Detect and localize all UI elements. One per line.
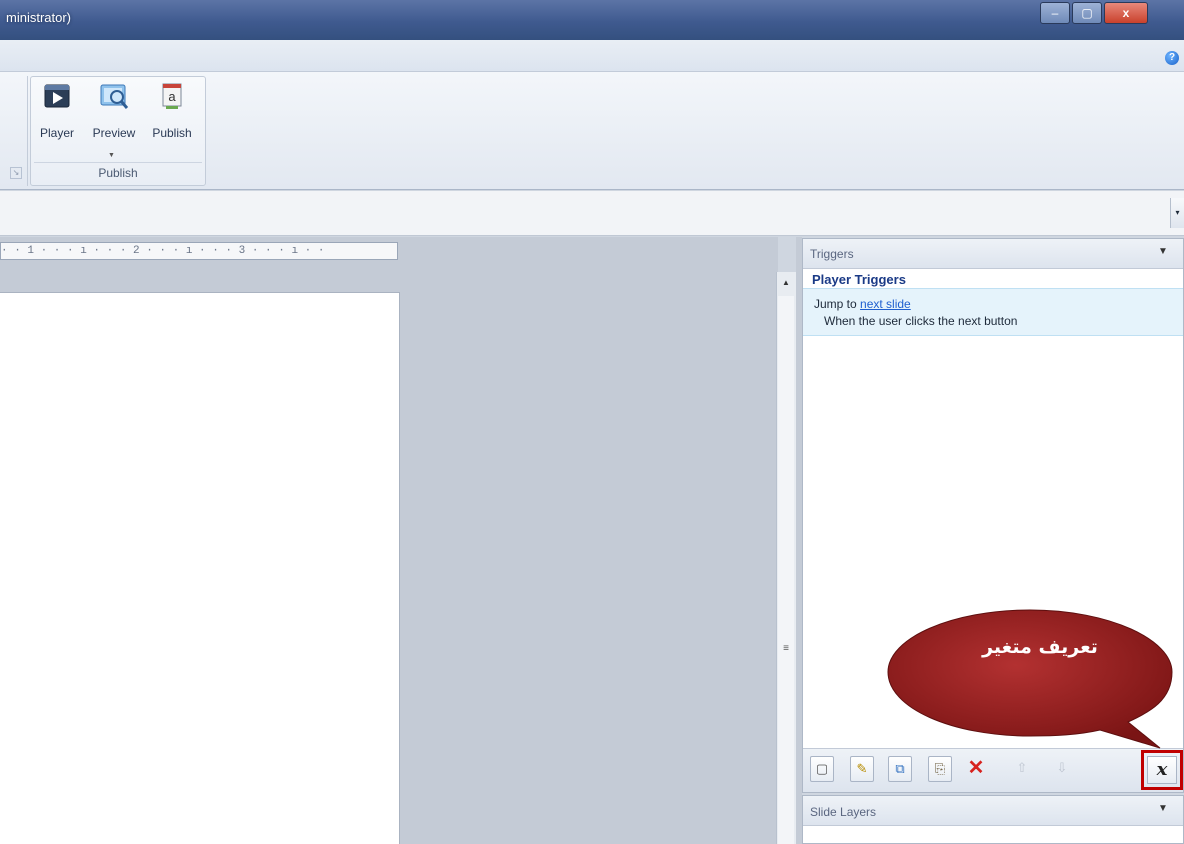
ribbon-group-label: Publish: [98, 166, 138, 180]
toolbar-strip: [0, 191, 1184, 236]
preview-dropdown-arrow[interactable]: ▼: [108, 152, 115, 159]
slide-canvas[interactable]: [0, 292, 400, 844]
copy-trigger-icon[interactable]: ⧉: [888, 756, 912, 782]
next-slide-link[interactable]: next slide: [860, 297, 911, 311]
preview-label: Preview: [92, 126, 136, 140]
new-trigger-icon[interactable]: ▢: [810, 756, 834, 782]
player-button[interactable]: Player: [36, 82, 78, 162]
maximize-button[interactable]: ▢: [1072, 2, 1102, 24]
horizontal-ruler: · · 1 · · · ı · · · 2 · · · ı · · · 3 · …: [0, 242, 398, 260]
svg-text:a: a: [168, 89, 176, 104]
trigger-row[interactable]: [803, 288, 1183, 336]
scroll-track[interactable]: [778, 296, 794, 844]
move-down-icon[interactable]: ⇩: [1050, 756, 1074, 782]
trigger-condition: When the user clicks the next button: [824, 314, 1018, 328]
paste-trigger-icon[interactable]: ⎘: [928, 756, 952, 782]
callout-text: تعريف متغير: [982, 636, 1098, 658]
publish-icon: a: [156, 82, 188, 112]
variables-button[interactable]: x: [1147, 756, 1177, 784]
publish-button[interactable]: a Publish: [144, 82, 200, 162]
help-icon[interactable]: ?: [1165, 51, 1179, 65]
publish-label: Publish: [152, 126, 192, 140]
group-launcher-icon[interactable]: ↘: [10, 167, 22, 179]
title-bar: [0, 0, 1184, 40]
triggers-title: Triggers: [810, 247, 854, 261]
close-button[interactable]: x: [1104, 2, 1148, 24]
preview-button[interactable]: Preview: [84, 82, 144, 162]
delete-trigger-icon[interactable]: ✕: [964, 756, 988, 782]
slide-layers-title: Slide Layers: [810, 805, 877, 819]
player-label: Player: [39, 126, 74, 140]
group-divider: [34, 162, 202, 163]
strip-dropdown-arrow[interactable]: ▾: [1170, 198, 1184, 228]
window-title: ministrator): [6, 10, 72, 25]
triggers-menu-arrow[interactable]: ▼: [1158, 246, 1168, 257]
scroll-thumb-grip[interactable]: ≡: [778, 640, 794, 658]
trigger-action: Jump to next slide: [814, 297, 911, 311]
move-up-icon[interactable]: ⇧: [1010, 756, 1034, 782]
edit-trigger-icon[interactable]: ✎: [850, 756, 874, 782]
preview-icon: [98, 82, 130, 112]
minimize-button[interactable]: –: [1040, 2, 1070, 24]
player-icon: [41, 82, 73, 112]
slide-layers-menu-arrow[interactable]: ▼: [1158, 803, 1168, 814]
trigger-action-prefix: Jump to: [814, 297, 861, 311]
triggers-header: [803, 239, 1183, 269]
ribbon-tab-bar: [0, 40, 1184, 72]
player-triggers-heading: Player Triggers: [812, 272, 906, 287]
scroll-up-arrow[interactable]: ▲: [777, 274, 795, 292]
